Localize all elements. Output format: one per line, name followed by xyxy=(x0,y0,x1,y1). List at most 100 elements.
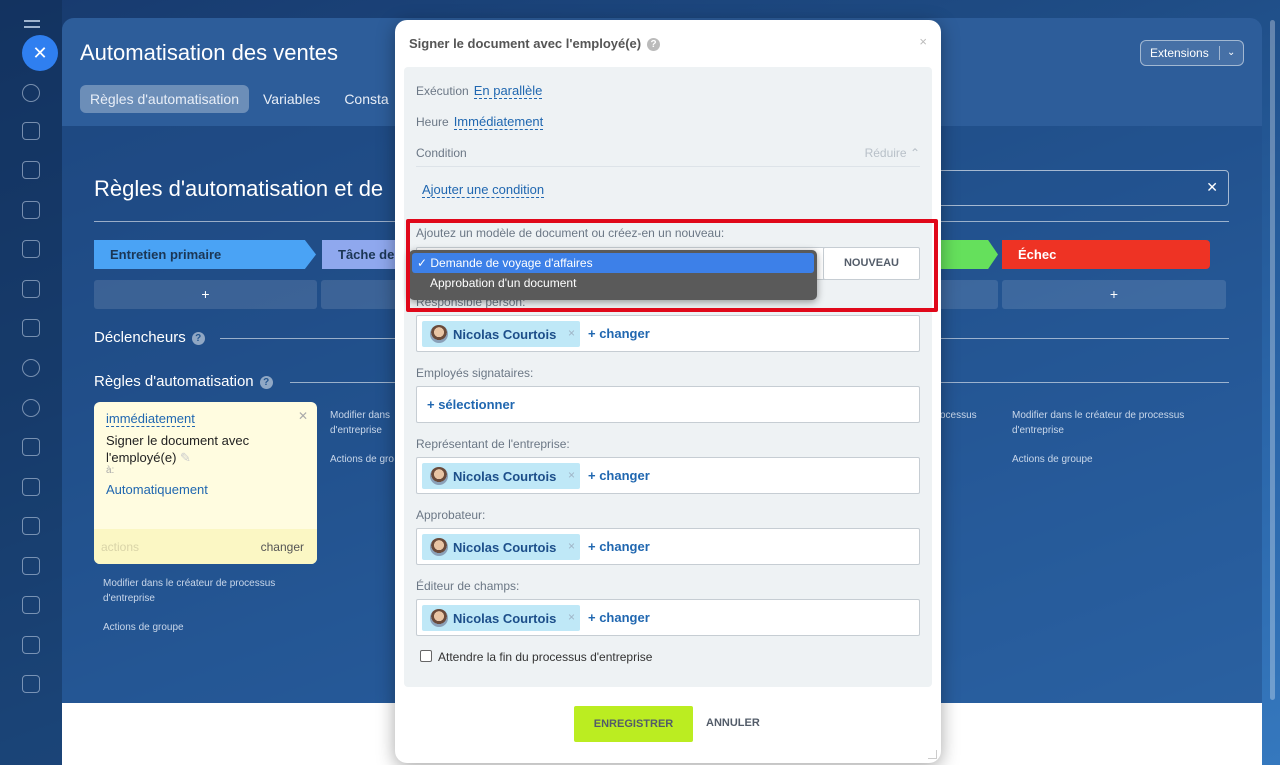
add-trigger-button-fail[interactable]: + xyxy=(1002,280,1226,309)
triggers-divider-right xyxy=(940,338,1229,339)
page-title: Règles d'automatisation et de xyxy=(94,176,384,201)
change-user-link[interactable]: + changer xyxy=(588,326,650,341)
rule-card[interactable]: immédiatement ✕ Signer le document avec … xyxy=(94,402,317,564)
add-trigger-button-2[interactable] xyxy=(321,280,401,309)
highlight-frame xyxy=(406,219,938,312)
group-actions-link-4[interactable]: Actions de groupe xyxy=(1012,452,1093,467)
avatar xyxy=(430,609,448,627)
tab-variables[interactable]: Variables xyxy=(253,85,330,113)
avatar xyxy=(430,325,448,343)
extensions-separator xyxy=(1219,46,1220,60)
cancel-button[interactable]: ANNULER xyxy=(706,717,760,729)
time-row: Heure Immédiatement xyxy=(416,114,544,130)
approver-field[interactable]: Nicolas Courtois × + changer xyxy=(416,528,920,565)
delete-rule-icon[interactable]: ✕ xyxy=(298,409,308,423)
sidebar-calendar-icon[interactable] xyxy=(22,201,40,219)
signers-field[interactable]: + sélectionner xyxy=(416,386,920,423)
wait-process-label[interactable]: Attendre la fin du processus d'entrepris… xyxy=(438,650,652,664)
sidebar-document-icon[interactable] xyxy=(22,240,40,258)
add-trigger-button-3[interactable] xyxy=(932,280,998,309)
sidebar-chat-icon[interactable] xyxy=(22,122,40,140)
wait-process-checkbox[interactable] xyxy=(420,650,432,662)
resize-handle[interactable] xyxy=(928,750,937,759)
sidebar-drive-icon[interactable] xyxy=(22,280,40,298)
remove-user-icon[interactable]: × xyxy=(568,610,575,624)
sidebar-cart-icon[interactable] xyxy=(22,596,40,614)
clear-search-icon[interactable]: ✕ xyxy=(1206,179,1218,196)
change-user-link[interactable]: + changer xyxy=(588,610,650,625)
rule-title: Signer le document avec l'employé(e) ✎ xyxy=(106,432,271,466)
user-chip: Nicolas Courtois × xyxy=(422,463,580,489)
sidebar-mail-icon[interactable] xyxy=(22,319,40,337)
sidebar-funnel-icon[interactable] xyxy=(22,517,40,535)
change-user-link[interactable]: + changer xyxy=(588,468,650,483)
dialog-title-text: Signer le document avec l'employé(e) xyxy=(409,36,642,51)
remove-user-icon[interactable]: × xyxy=(568,326,575,340)
close-dialog-icon[interactable]: × xyxy=(919,34,927,49)
company-rep-field[interactable]: Nicolas Courtois × + changer xyxy=(416,457,920,494)
change-user-link[interactable]: + changer xyxy=(588,539,650,554)
field-editor-field[interactable]: Nicolas Courtois × + changer xyxy=(416,599,920,636)
stage-success[interactable] xyxy=(932,240,998,269)
modify-in-designer-link-2[interactable]: Modifier dans d'entreprise xyxy=(330,408,400,438)
help-icon[interactable]: ? xyxy=(191,331,205,345)
user-chip-name: Nicolas Courtois xyxy=(453,469,557,484)
approver-label: Approbateur: xyxy=(416,508,486,522)
sidebar-compass-icon[interactable] xyxy=(22,84,40,102)
remove-user-icon[interactable]: × xyxy=(568,539,575,553)
select-signers-link[interactable]: + sélectionner xyxy=(427,397,515,412)
close-slider-icon[interactable]: ✕ xyxy=(22,35,58,71)
add-condition-link[interactable]: Ajouter une condition xyxy=(422,182,545,198)
collapse-link[interactable]: Réduire ⌃ xyxy=(865,146,920,160)
stage-failure[interactable]: Échec xyxy=(1002,240,1210,269)
modify-in-designer-link-3[interactable]: ocessus xyxy=(940,408,977,423)
chevron-down-icon[interactable]: ⌄ xyxy=(1227,41,1235,65)
rule-card-footer: actions changer xyxy=(94,529,317,564)
tab-constants[interactable]: Consta xyxy=(334,85,398,113)
tab-automation-rules[interactable]: Règles d'automatisation xyxy=(80,85,249,113)
rule-to-label: à: xyxy=(106,465,115,476)
sidebar-tasks-icon[interactable] xyxy=(22,161,40,179)
group-actions-link-2[interactable]: Actions de gro xyxy=(330,452,394,467)
filter-search-input[interactable]: ✕ xyxy=(922,170,1229,206)
signers-label: Employés signataires: xyxy=(416,366,534,380)
rule-timing-link[interactable]: immédiatement xyxy=(106,411,195,427)
rule-actions-label: actions xyxy=(101,540,140,554)
rules-heading: Règles d'automatisation? xyxy=(94,373,273,390)
menu-icon[interactable] xyxy=(24,20,40,32)
sidebar-box-icon[interactable] xyxy=(22,557,40,575)
rule-title-text: Signer le document avec l'employé(e) xyxy=(106,433,250,465)
save-button[interactable]: ENREGISTRER xyxy=(574,706,693,742)
chevron-up-icon: ⌃ xyxy=(909,146,920,160)
sidebar-sites-icon[interactable] xyxy=(22,438,40,456)
sidebar-contacts-icon[interactable] xyxy=(22,359,40,377)
user-chip: Nicolas Courtois × xyxy=(422,534,580,560)
extensions-button[interactable]: Extensions ⌄ xyxy=(1140,40,1244,66)
condition-label: Condition xyxy=(416,146,467,160)
slider-title: Automatisation des ventes xyxy=(80,40,339,65)
user-chip-name: Nicolas Courtois xyxy=(453,611,557,626)
help-icon[interactable]: ? xyxy=(259,375,273,389)
add-trigger-button[interactable]: + xyxy=(94,280,317,309)
rule-change-link[interactable]: changer xyxy=(261,540,304,554)
rule-assignee: Automatiquement xyxy=(106,482,208,497)
page-scrollbar[interactable] xyxy=(1270,20,1275,700)
responsible-user-field[interactable]: Nicolas Courtois × + changer xyxy=(416,315,920,352)
stage-primary-interview[interactable]: Entretien primaire xyxy=(94,240,316,269)
modify-in-designer-link[interactable]: Modifier dans le créateur de processus d… xyxy=(103,576,313,606)
avatar xyxy=(430,467,448,485)
edit-pencil-icon[interactable]: ✎ xyxy=(180,450,191,465)
sidebar-analytics-icon[interactable] xyxy=(22,636,40,654)
modify-in-designer-link-4[interactable]: Modifier dans le créateur de processus d… xyxy=(1012,408,1212,438)
remove-user-icon[interactable]: × xyxy=(568,468,575,482)
time-link[interactable]: Immédiatement xyxy=(453,114,544,130)
user-chip-name: Nicolas Courtois xyxy=(453,540,557,555)
sidebar-more-icon[interactable] xyxy=(22,675,40,693)
dialog-body: Exécution En parallèle Heure Immédiatement… xyxy=(404,67,938,687)
help-icon[interactable]: ? xyxy=(647,38,661,52)
group-actions-link[interactable]: Actions de groupe xyxy=(103,620,184,635)
sidebar-crm-icon[interactable] xyxy=(22,399,40,417)
execution-mode-link[interactable]: En parallèle xyxy=(473,83,543,99)
sidebar-check-icon[interactable] xyxy=(22,478,40,496)
extensions-label: Extensions xyxy=(1150,46,1209,60)
